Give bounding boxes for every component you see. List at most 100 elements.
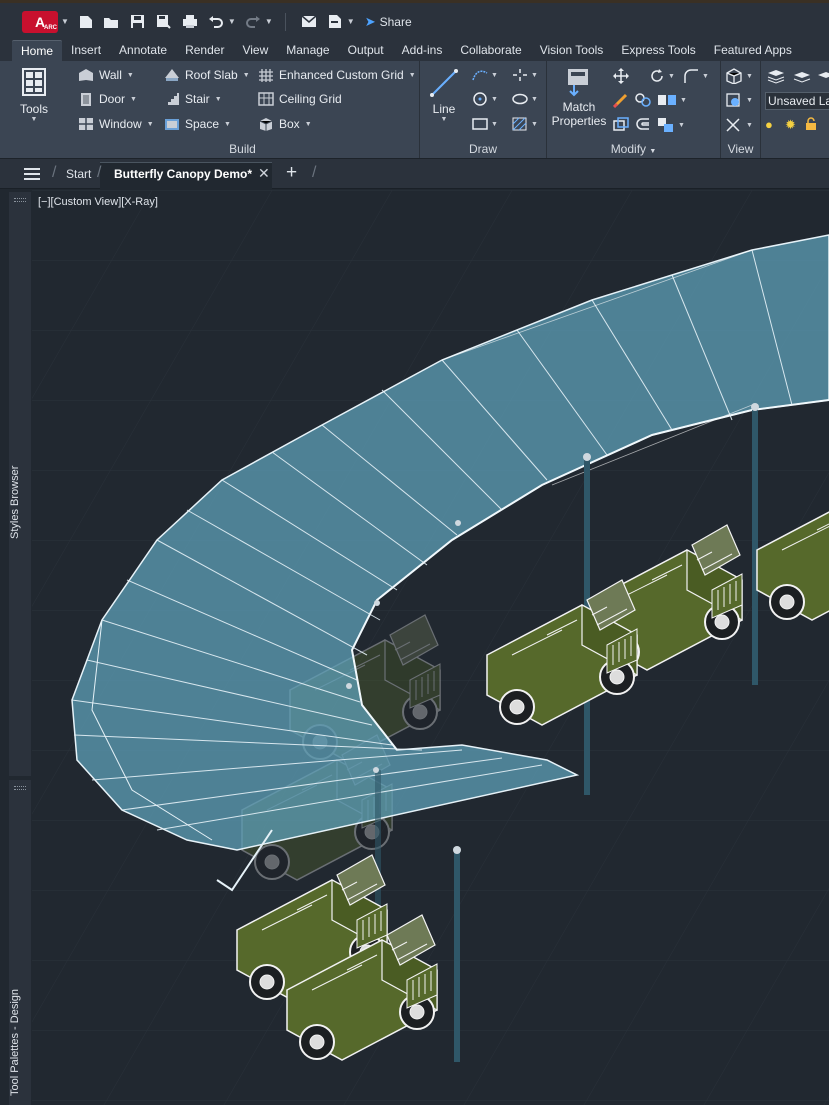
enhanced-custom-grid-button[interactable]: Enhanced Custom Grid ▼ xyxy=(258,68,416,82)
navigate-button[interactable]: ▼ xyxy=(725,117,753,133)
tool-palettes-design[interactable]: Tool Palettes - Design xyxy=(9,780,31,1105)
polyline-button[interactable]: ▼ xyxy=(472,68,498,82)
rotate-button[interactable]: ▼ xyxy=(649,68,675,84)
file-tab-bar: / Start / Butterfly Canopy Demo* ✕ + / xyxy=(0,159,829,189)
roof-slab-icon xyxy=(165,69,179,81)
tab-render[interactable]: Render xyxy=(176,40,233,61)
array-button[interactable]: ▼ xyxy=(657,92,687,108)
hatch-button[interactable]: ▼ xyxy=(512,117,538,131)
wall-button[interactable]: Wall ▼ xyxy=(78,68,134,82)
application-menu-button[interactable]: A ARC xyxy=(22,10,58,33)
ellipse-icon xyxy=(512,93,528,105)
drawing-viewport[interactable] xyxy=(32,190,829,1105)
ellipse-button[interactable]: ▼ xyxy=(512,92,538,106)
fillet-button[interactable]: ▼ xyxy=(683,68,709,84)
mail-icon[interactable] xyxy=(300,14,318,30)
array-icon xyxy=(658,95,676,105)
stretch-button[interactable] xyxy=(613,117,629,133)
tab-annotate[interactable]: Annotate xyxy=(110,40,176,61)
share-button[interactable]: ➤ Share xyxy=(365,14,412,30)
tab-insert[interactable]: Insert xyxy=(62,40,110,61)
draw-panel-title: Draw xyxy=(468,142,497,156)
open-folder-icon[interactable] xyxy=(103,14,121,30)
tab-manage[interactable]: Manage xyxy=(277,40,338,61)
ribbon-tabs: Home Insert Annotate Render View Manage … xyxy=(0,40,829,61)
layer-on-icon[interactable]: ● xyxy=(765,117,773,132)
tab-featured-apps[interactable]: Featured Apps xyxy=(705,40,801,61)
view-cube-button[interactable]: ▼ xyxy=(725,68,753,84)
tab-butterfly-canopy-demo[interactable]: Butterfly Canopy Demo* xyxy=(114,167,252,181)
tab-view[interactable]: View xyxy=(233,40,277,61)
layer-freeze-icon[interactable]: ✹ xyxy=(785,117,796,133)
tab-add-ins[interactable]: Add-ins xyxy=(393,40,452,61)
layer-properties-button[interactable] xyxy=(767,68,785,84)
layer-match-icon xyxy=(818,72,829,78)
layers-panel: ● ✹ xyxy=(761,61,829,158)
layer-dropdown[interactable]: Unsaved Lay xyxy=(765,92,829,110)
door-button[interactable]: Door ▼ xyxy=(78,92,137,106)
tab-start[interactable]: Start xyxy=(66,167,91,181)
stair-icon xyxy=(165,93,179,105)
door-icon xyxy=(81,93,91,106)
close-icon[interactable]: ✕ xyxy=(258,165,270,182)
palette-grip-icon[interactable] xyxy=(14,786,26,790)
undo-icon[interactable] xyxy=(207,14,225,30)
chevron-down-icon[interactable]: ▼ xyxy=(228,17,236,26)
layer-state-icon xyxy=(793,72,811,83)
point-icon xyxy=(513,69,527,81)
visual-style-button[interactable]: ▼ xyxy=(725,92,753,108)
palette-grip-icon[interactable] xyxy=(14,198,26,202)
cube-icon xyxy=(726,68,742,84)
box-icon xyxy=(259,118,273,131)
workspace-icon[interactable] xyxy=(326,14,344,30)
new-tab-plus-icon[interactable]: + xyxy=(286,162,297,184)
save-icon[interactable] xyxy=(129,14,147,30)
ceiling-grid-button[interactable]: Ceiling Grid xyxy=(258,92,342,106)
chevron-down-icon: ▼ xyxy=(440,116,448,123)
customize-dropdown-icon[interactable]: ▼ xyxy=(347,17,355,26)
chevron-down-icon[interactable]: ▼ xyxy=(61,17,69,26)
rectangle-button[interactable]: ▼ xyxy=(472,117,498,131)
point-button[interactable]: ▼ xyxy=(512,68,538,82)
match-properties-icon xyxy=(568,69,588,97)
match-properties-button[interactable]: Match Properties xyxy=(549,67,609,128)
space-button[interactable]: Space ▼ xyxy=(164,117,231,131)
chevron-down-icon[interactable]: ▼ xyxy=(649,148,656,155)
window-icon xyxy=(79,118,93,130)
save-as-icon[interactable] xyxy=(155,14,173,30)
layer-match-button[interactable] xyxy=(817,68,829,84)
view-panel-title: View xyxy=(727,142,754,156)
plot-icon[interactable] xyxy=(181,14,199,30)
move-button[interactable] xyxy=(613,68,629,84)
roof-slab-button[interactable]: Roof Slab ▼ xyxy=(164,68,250,82)
copy-icon xyxy=(635,93,651,107)
tab-collaborate[interactable]: Collaborate xyxy=(451,40,530,61)
file-menu-icon[interactable] xyxy=(24,168,40,180)
tab-vision-tools[interactable]: Vision Tools xyxy=(531,40,613,61)
new-file-icon[interactable] xyxy=(77,14,95,30)
offset-button[interactable] xyxy=(635,117,651,133)
ceiling-grid-icon xyxy=(258,92,274,106)
layer-state-button[interactable] xyxy=(793,68,811,84)
stair-button[interactable]: Stair ▼ xyxy=(164,92,222,106)
tab-express-tools[interactable]: Express Tools xyxy=(612,40,704,61)
toolbar-separator xyxy=(284,12,286,31)
build-panel-title: Build xyxy=(229,142,256,156)
tab-output[interactable]: Output xyxy=(339,40,393,61)
tab-home[interactable]: Home xyxy=(12,40,63,61)
grid-icon xyxy=(259,69,273,82)
copy-button[interactable] xyxy=(635,92,651,108)
styles-browser-palette[interactable]: Styles Browser xyxy=(9,192,31,776)
redo-icon[interactable] xyxy=(244,14,262,30)
paper-plane-icon: ➤ xyxy=(364,13,376,29)
chevron-down-icon[interactable]: ▼ xyxy=(265,17,273,26)
scale-button[interactable]: ▼ xyxy=(657,117,685,133)
layer-lock-icon[interactable] xyxy=(805,117,817,131)
box-button[interactable]: Box ▼ xyxy=(258,117,312,131)
circle-button[interactable]: ▼ xyxy=(472,92,498,106)
erase-button[interactable] xyxy=(613,92,629,108)
viewport-controls-label[interactable]: [−][Custom View][X-Ray] xyxy=(38,196,158,208)
line-button[interactable]: Line ▼ xyxy=(426,67,462,123)
window-button[interactable]: Window ▼ xyxy=(78,117,154,131)
tools-button[interactable]: Tools ▼ xyxy=(14,67,54,123)
